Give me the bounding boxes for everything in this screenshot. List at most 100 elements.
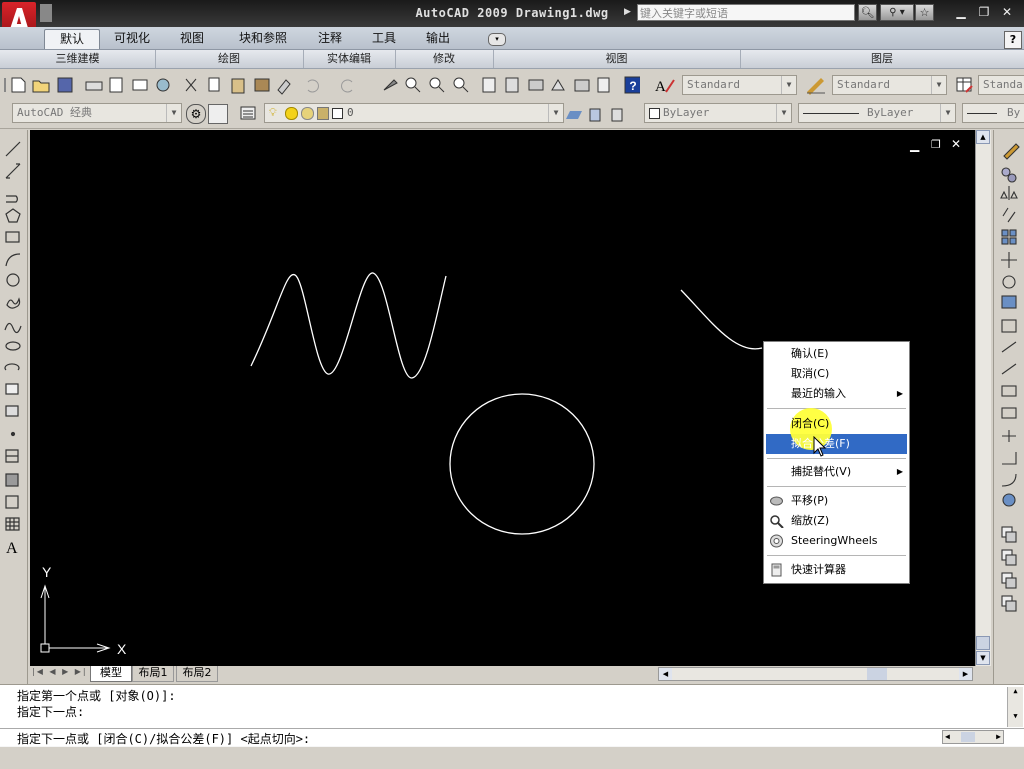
command-line-hscroll[interactable]: ◀ ▶ [942, 730, 1004, 744]
menu-item-cancel[interactable]: 取消(C) [764, 364, 909, 384]
region-icon [5, 495, 19, 509]
panel-layers[interactable]: 图层 [740, 50, 1024, 68]
tab-default[interactable]: 默认 [44, 29, 100, 49]
extend-icon [1001, 363, 1017, 375]
communication-center-icon[interactable]: ⚲ ▾ [880, 4, 914, 21]
restore-window-button[interactable]: ❐ [975, 5, 993, 20]
scroll-right-arrow[interactable]: ▶ [996, 732, 1001, 741]
lightbulb-icon[interactable]: 💡︎ [269, 104, 277, 122]
tab-output[interactable]: 输出 [416, 29, 460, 48]
table-style-icon[interactable] [954, 74, 976, 96]
text-style-select[interactable]: Standard ▼ [682, 75, 797, 95]
circle-shape[interactable] [449, 393, 595, 535]
polygon-icon [5, 208, 21, 223]
table-style-value: Standar [983, 78, 1024, 91]
text-style-value: Standard [687, 78, 740, 91]
vertical-scrollbar[interactable]: ▲ ▼ [975, 130, 991, 666]
lineweight-value: By [1007, 106, 1021, 119]
menu-item-label: 最近的输入 [791, 387, 846, 400]
scroll-thumb[interactable] [976, 636, 990, 650]
color-select[interactable]: ByLayer ▼ [644, 103, 792, 123]
spline-in-progress[interactable] [680, 289, 763, 350]
standard-toolbar: ? A Standard ▼ Standard ▼ Standar [0, 70, 1024, 101]
menu-item-label: 闭合(C) [791, 417, 830, 430]
tab-tools[interactable]: 工具 [362, 29, 406, 48]
hscroll-thumb[interactable] [867, 668, 887, 680]
menu-item-zoom[interactable]: 缩放(Z) [764, 511, 909, 531]
close-window-button[interactable]: ✕ [998, 5, 1016, 20]
tab-model[interactable]: 模型 [90, 666, 132, 682]
workspace-settings-gear-icon[interactable]: ⚙ [186, 104, 206, 124]
chevron-down-icon: ▼ [166, 104, 181, 122]
spline-icon [4, 322, 22, 334]
scroll-left-arrow[interactable]: ◀ [945, 732, 950, 741]
workspace-select[interactable]: AutoCAD 经典 ▼ [12, 103, 182, 123]
panel-3d-modeling[interactable]: 三维建模 [0, 50, 156, 68]
hscroll-thumb[interactable] [961, 732, 975, 742]
table-style-select[interactable]: Standar [978, 75, 1024, 95]
dimension-style-select[interactable]: Standard ▼ [832, 75, 947, 95]
layer-properties-icon[interactable] [238, 103, 260, 125]
menu-item-steeringwheels[interactable]: SteeringWheels [764, 531, 909, 551]
tab-blocks-references[interactable]: 块和参照 [232, 29, 294, 48]
lineweight-select[interactable]: By [962, 103, 1024, 123]
spline-wave[interactable] [250, 272, 447, 379]
viewport-close-button[interactable]: ✕ [951, 137, 961, 151]
menu-item-close[interactable]: 闭合(C) [764, 414, 909, 434]
layer-select[interactable]: 💡︎ 0 ▼ [264, 103, 564, 123]
panel-solid-editing[interactable]: 实体编辑 [303, 50, 396, 68]
horizontal-scrollbar[interactable]: ◀ ▶ [658, 667, 973, 681]
command-history-scrollbar[interactable]: ▲ ▼ [1007, 687, 1023, 727]
lock-icon[interactable] [317, 107, 329, 120]
tab-view[interactable]: 视图 [170, 29, 214, 48]
ribbon-minimize-icon[interactable]: ▾ [488, 33, 506, 46]
dimension-style-icon[interactable] [804, 74, 828, 96]
text-style-icon[interactable]: A [652, 74, 678, 96]
workspace-layers-toolbar: AutoCAD 经典 ▼ ⚙ 💡︎ 0 ▼ ByLayer ▼ ByLayer ▼… [0, 100, 1024, 129]
panel-draw[interactable]: 绘图 [155, 50, 304, 68]
workspace-lock-icon[interactable] [208, 104, 228, 124]
viewport-restore-button[interactable]: ❐ [931, 138, 941, 151]
hatch-icon [5, 449, 19, 463]
layer-tools-icons[interactable] [564, 103, 628, 125]
menu-item-confirm[interactable]: 确认(E) [764, 344, 909, 364]
command-prompt: 指定下一点或 [闭合(C)/拟合公差(F)] <起点切向>: [17, 732, 311, 746]
menu-item-recent-input[interactable]: 最近的输入 ▶ [764, 384, 909, 404]
menu-item-snap-overrides[interactable]: 捕捉替代(V) ▶ [764, 462, 909, 482]
favorites-icon[interactable]: ☆ [915, 4, 934, 21]
help-icon[interactable]: ? [1004, 31, 1022, 49]
search-icon[interactable]: 🔍︎ [858, 4, 877, 21]
tab-visualize[interactable]: 可视化 [106, 29, 158, 48]
menu-item-pan[interactable]: 平移(P) [764, 491, 909, 511]
scroll-down-arrow[interactable]: ▼ [976, 651, 990, 665]
viewport-freeze-icon[interactable] [301, 107, 314, 120]
search-expand-icon[interactable]: ▶ [624, 7, 631, 17]
sun-freeze-icon[interactable] [285, 107, 298, 120]
table-icon [5, 517, 20, 531]
menu-item-quickcalc[interactable]: 快速计算器 [764, 560, 909, 580]
quick-access-toolbar-handle[interactable] [40, 4, 52, 22]
panel-modify[interactable]: 修改 [395, 50, 494, 68]
linetype-select[interactable]: ByLayer ▼ [798, 103, 956, 123]
menu-item-label: 确认(E) [791, 347, 829, 360]
menu-item-fit-tolerance[interactable]: 拟合公差(F) [764, 434, 909, 454]
layer-color-swatch [332, 108, 343, 119]
minimize-window-button[interactable]: ▁ [952, 5, 970, 20]
tab-layout1[interactable]: 布局1 [132, 666, 174, 682]
scroll-down-arrow[interactable]: ▼ [1008, 712, 1023, 720]
command-history: 指定第一个点或 [对象(O)]: 指定下一点: ▲ ▼ [0, 684, 1024, 729]
scroll-left-arrow[interactable]: ◀ [659, 668, 672, 680]
command-line[interactable]: 指定下一点或 [闭合(C)/拟合公差(F)] <起点切向>: ◀ ▶ [0, 728, 1024, 747]
layout-nav-arrows[interactable]: |◀ ◀ ▶ ▶| [32, 667, 88, 680]
scroll-up-arrow[interactable]: ▲ [976, 130, 990, 144]
tab-annotate[interactable]: 注释 [308, 29, 352, 48]
gradient-icon [5, 473, 19, 487]
scroll-up-arrow[interactable]: ▲ [1008, 687, 1023, 695]
tab-layout2[interactable]: 布局2 [176, 666, 218, 682]
viewport-minimize-button[interactable]: ▁ [910, 138, 919, 152]
panel-view[interactable]: 视图 [493, 50, 741, 68]
search-input[interactable]: 键入关键字或短语 [637, 4, 855, 21]
command-history-line: 指定下一点: [17, 705, 85, 719]
make-block-icon [5, 405, 19, 417]
scroll-right-arrow[interactable]: ▶ [959, 668, 972, 680]
